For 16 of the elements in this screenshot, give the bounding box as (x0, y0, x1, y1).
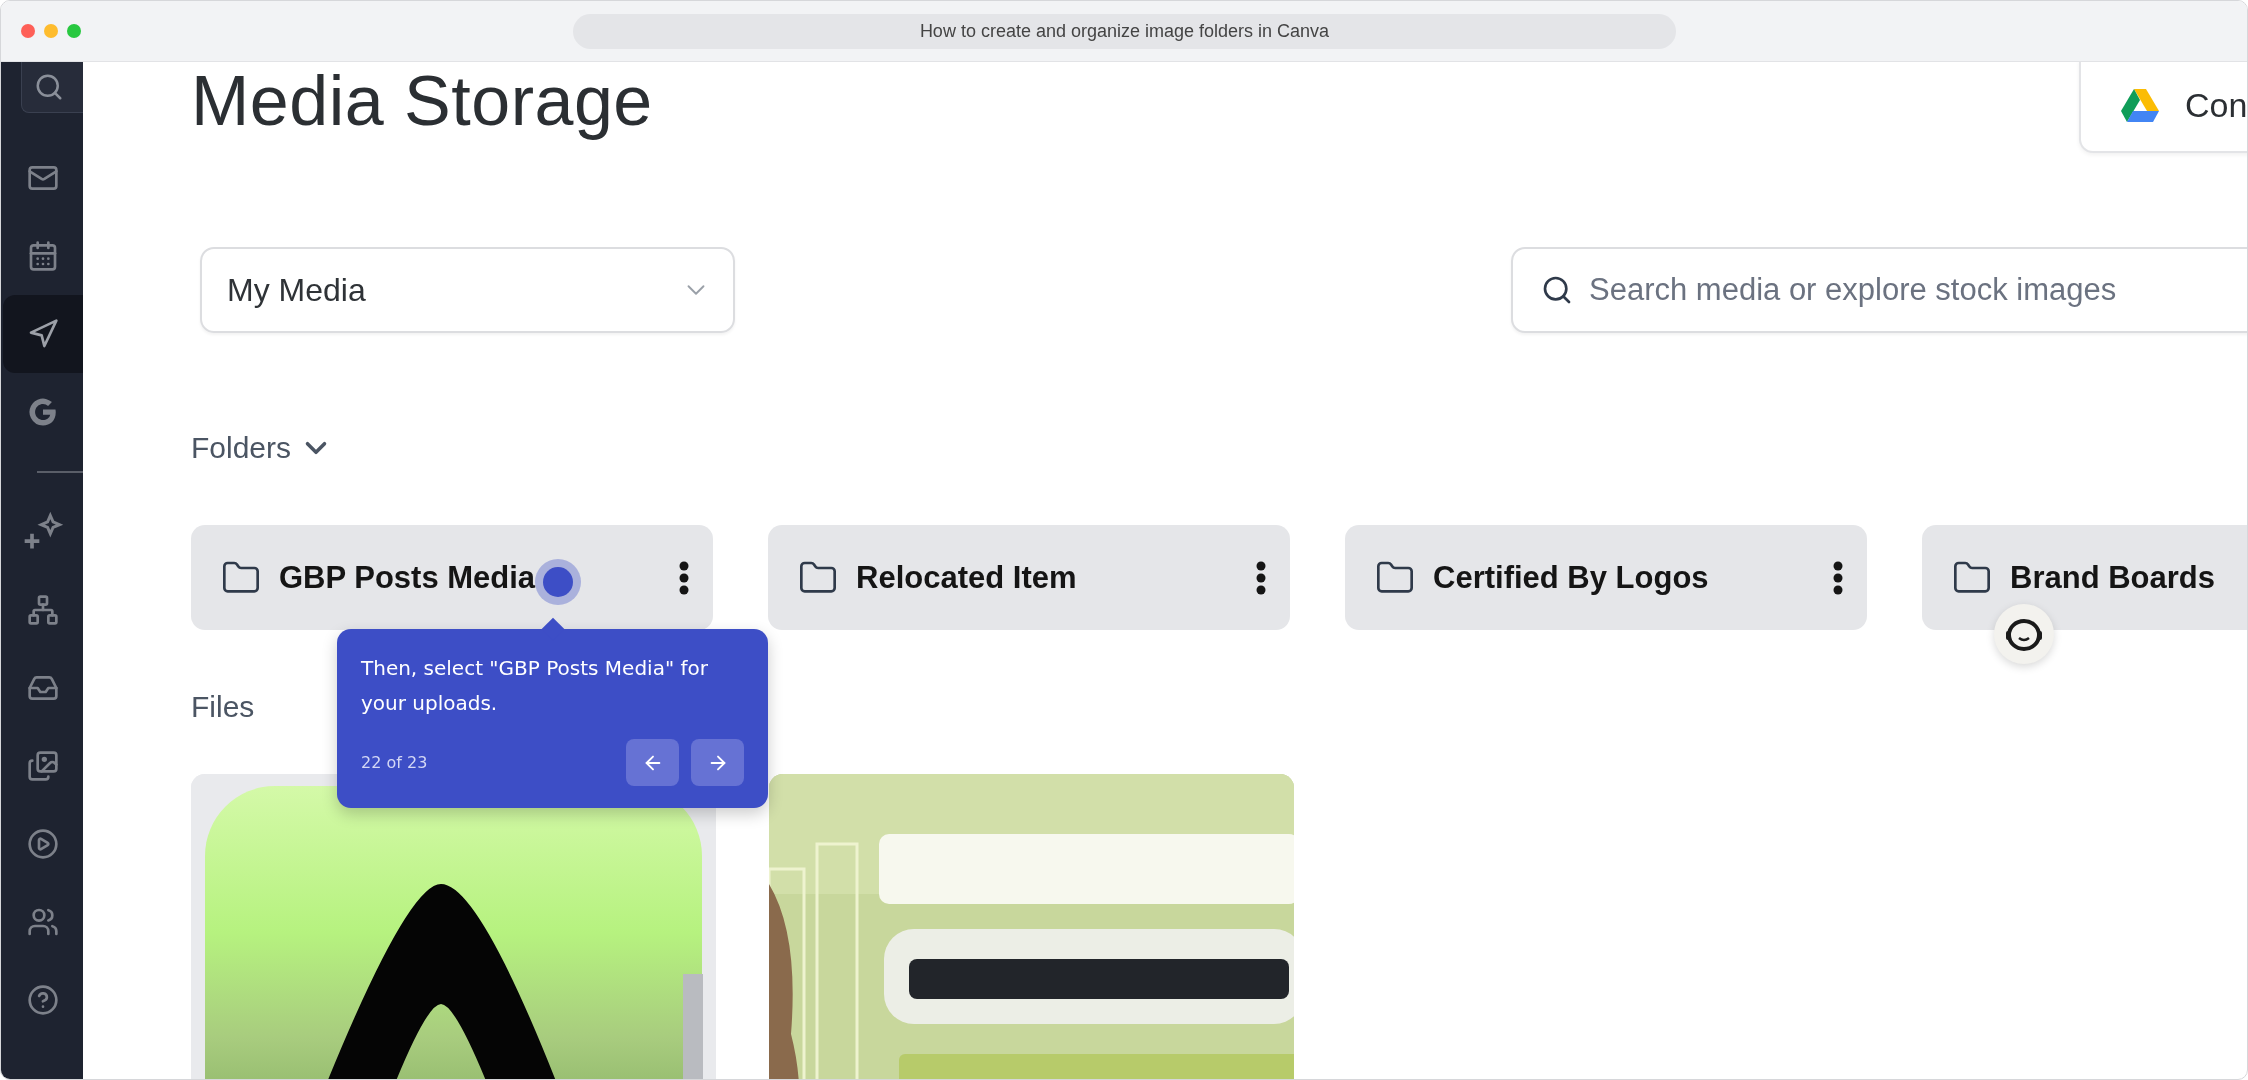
section-heading: Folders (191, 431, 292, 465)
drive-label: Con (2185, 86, 2247, 125)
folder-name: Relocated Item (856, 559, 1077, 596)
folder-card[interactable]: GBP Posts Media (191, 525, 713, 630)
step-counter: 22 of 23 (361, 753, 428, 772)
folder-card[interactable]: Brand Boards (1922, 525, 2247, 630)
folder-name: Brand Boards (2010, 559, 2215, 596)
window-title: How to create and organize image folders in Canva (573, 14, 1676, 49)
media-select[interactable]: My Media (200, 247, 735, 333)
folder-name: Certified By Logos (1433, 559, 1709, 596)
drive-button[interactable]: Con (2079, 62, 2247, 153)
folder-card[interactable]: Relocated Item (768, 525, 1290, 630)
folder-name: GBP Posts Media (279, 559, 536, 596)
section-heading: Files (191, 690, 255, 724)
folder-card[interactable]: Certified By Logos (1345, 525, 1867, 630)
tooltip-text: Then, select "GBP Posts Media" for your uploads. (361, 655, 709, 717)
